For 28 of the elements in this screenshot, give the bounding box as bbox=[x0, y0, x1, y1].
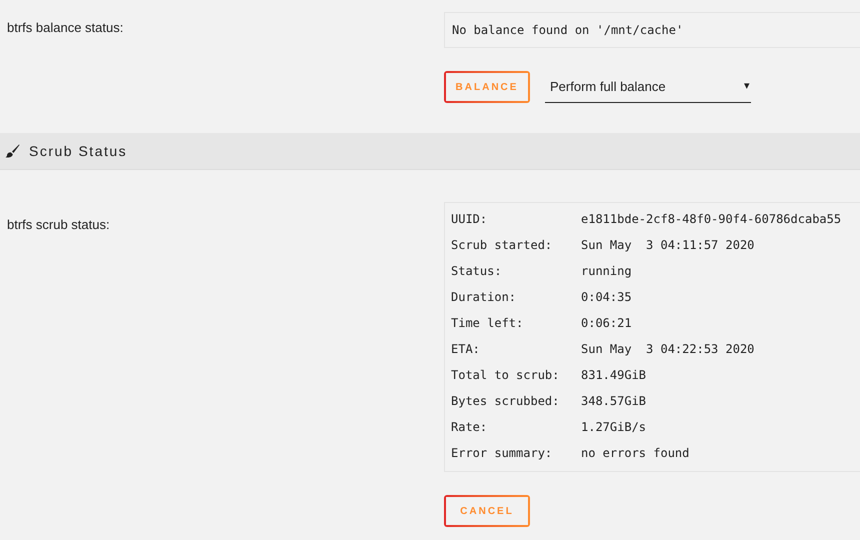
row-label: Scrub started: bbox=[451, 237, 554, 254]
row-label: UUID: bbox=[451, 211, 488, 228]
row-value: 831.49GiB bbox=[581, 367, 646, 384]
field-label: btrfs scrub status: bbox=[7, 217, 110, 232]
row-label: ETA: bbox=[451, 341, 481, 358]
status-output: No balance found on '/mnt/cache' bbox=[444, 12, 860, 48]
field-label: btrfs balance status: bbox=[7, 20, 124, 35]
mode-dropdown[interactable]: Perform full balance ▾ bbox=[545, 71, 751, 103]
row-value: Sun May 3 04:22:53 2020 bbox=[581, 341, 754, 358]
row-label: Total to scrub: bbox=[451, 367, 560, 384]
brush-icon bbox=[5, 144, 20, 158]
row-label: Rate: bbox=[451, 419, 488, 436]
row-value: 0:04:35 bbox=[581, 289, 632, 306]
row-label: Error summary: bbox=[451, 445, 554, 462]
row-value: e1811bde-2cf8-48f0-90f4-60786dcaba55 bbox=[581, 211, 842, 228]
cancel-button[interactable]: CANCEL bbox=[444, 495, 530, 527]
row-value: 0:06:21 bbox=[581, 315, 632, 332]
row-label: Time left: bbox=[451, 315, 524, 332]
row-label: Status: bbox=[451, 263, 503, 280]
row-value: 348.57GiB bbox=[581, 393, 646, 410]
section-title: Scrub Status bbox=[29, 142, 128, 160]
row-value: no errors found bbox=[581, 445, 690, 462]
balance-button[interactable]: BALANCE bbox=[444, 71, 530, 103]
row-label: Bytes scrubbed: bbox=[451, 393, 560, 410]
row-value: Sun May 3 04:11:57 2020 bbox=[581, 237, 754, 254]
row-value: 1.27GiB/s bbox=[581, 419, 646, 436]
row-label: Duration: bbox=[451, 289, 518, 306]
row-value: running bbox=[581, 263, 632, 280]
